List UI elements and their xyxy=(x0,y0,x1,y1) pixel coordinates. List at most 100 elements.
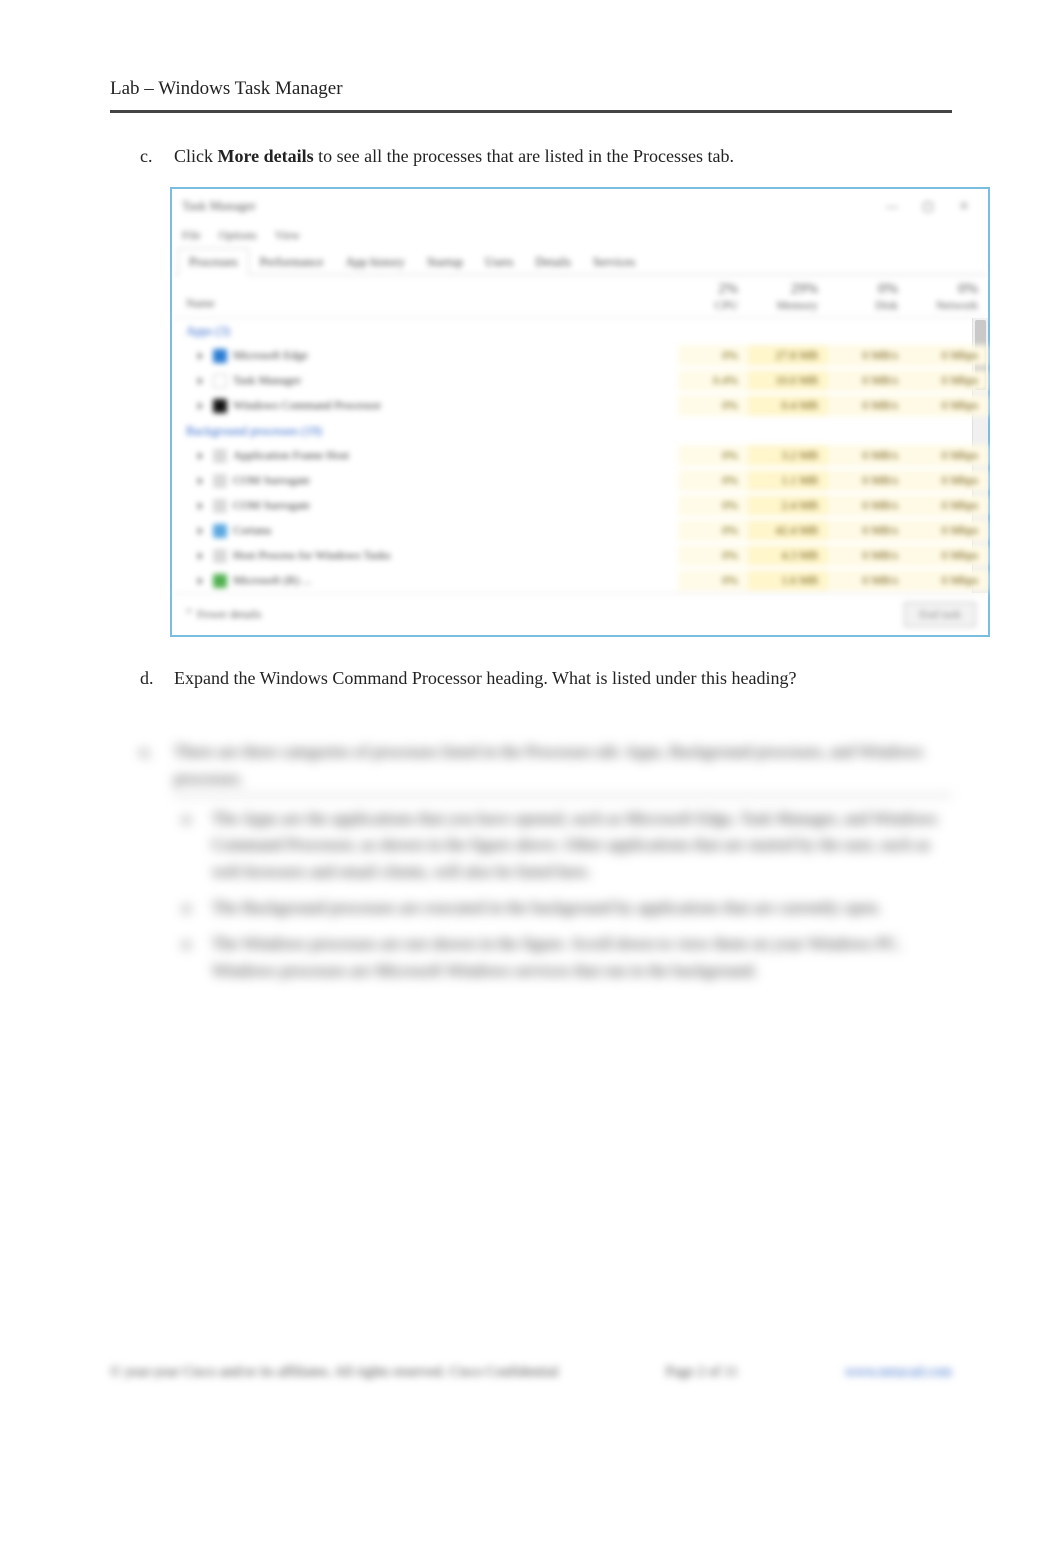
process-row[interactable]: Microsoft Edge0%27.8 MB0 MB/s0 Mbps xyxy=(172,343,988,368)
tab-users[interactable]: Users xyxy=(474,248,524,275)
process-name-cell: Task Manager xyxy=(172,370,678,391)
step-c-text: Click More details to see all the proces… xyxy=(174,143,952,169)
tab-apphistory[interactable]: App history xyxy=(334,248,415,275)
end-task-button[interactable]: End task xyxy=(904,602,976,627)
col-disk-label: Disk xyxy=(875,298,898,312)
expand-icon[interactable] xyxy=(198,552,203,560)
col-network[interactable]: 0% Network xyxy=(908,275,988,317)
step-d: d. Expand the Windows Command Processor … xyxy=(0,665,1062,709)
process-name-cell: COM Surrogate xyxy=(172,470,678,491)
blurred-item-2: The Background processes are executed in… xyxy=(212,895,952,921)
menu-file[interactable]: File xyxy=(182,228,201,243)
process-name-cell: Windows Command Processor xyxy=(172,395,678,416)
memory-cell: 0.4 MB xyxy=(748,395,828,416)
footer-link[interactable]: www.netacad.com xyxy=(845,1364,952,1381)
process-row[interactable]: Host Process for Windows Tasks0%4.3 MB0 … xyxy=(172,543,988,568)
process-row[interactable]: Microsoft (R) ...0%1.6 MB0 MB/s0 Mbps xyxy=(172,568,988,593)
maximize-button[interactable]: ▢ xyxy=(910,195,946,217)
tab-startup[interactable]: Startup xyxy=(416,248,474,275)
cpu-cell: 0% xyxy=(678,520,748,541)
minimize-button[interactable]: — xyxy=(874,195,910,217)
column-headers: Name 2% CPU 29% Memory 0% Disk 0% Networ… xyxy=(172,275,988,318)
tab-services[interactable]: Services xyxy=(582,248,646,275)
memory-cell: 27.8 MB xyxy=(748,345,828,366)
tab-performance[interactable]: Performance xyxy=(249,248,335,275)
expand-icon[interactable] xyxy=(198,402,203,410)
lab-title: Lab – Windows Task Manager xyxy=(110,78,343,99)
process-icon xyxy=(213,524,227,538)
expand-icon[interactable] xyxy=(198,477,203,485)
disk-cell: 0 MB/s xyxy=(828,395,908,416)
disk-cell: 0 MB/s xyxy=(828,520,908,541)
tab-processes[interactable]: Processes xyxy=(178,248,249,275)
col-disk[interactable]: 0% Disk xyxy=(828,275,908,317)
expand-icon[interactable] xyxy=(198,352,203,360)
step-e-text: There are three categories of processes … xyxy=(174,739,952,796)
process-row[interactable]: COM Surrogate0%1.1 MB0 MB/s0 Mbps xyxy=(172,468,988,493)
network-cell: 0 Mbps xyxy=(908,495,988,516)
process-name: Host Process for Windows Tasks xyxy=(233,548,391,563)
disk-cell: 0 MB/s xyxy=(828,470,908,491)
tm-footer: ⌃ Fewer details End task xyxy=(172,593,988,635)
window-buttons: — ▢ ✕ xyxy=(874,195,982,217)
cpu-cell: 0% xyxy=(678,470,748,491)
process-name-cell: Cortana xyxy=(172,520,678,541)
process-row[interactable]: COM Surrogate0%2.4 MB0 MB/s0 Mbps xyxy=(172,493,988,518)
col-name[interactable]: Name xyxy=(172,275,678,317)
expand-icon[interactable] xyxy=(198,377,203,385)
process-name-cell: Application Frame Host xyxy=(172,445,678,466)
blurred-answer-block: e. There are three categories of process… xyxy=(140,739,952,994)
expand-icon[interactable] xyxy=(198,502,203,510)
memory-cell: 3.2 MB xyxy=(748,445,828,466)
fewer-details-label: Fewer details xyxy=(197,607,261,621)
disk-cell: 0 MB/s xyxy=(828,495,908,516)
network-cell: 0 Mbps xyxy=(908,570,988,591)
memory-cell: 42.4 MB xyxy=(748,520,828,541)
lab-header: Lab – Windows Task Manager xyxy=(110,0,952,113)
disk-cell: 0 MB/s xyxy=(828,370,908,391)
step-c-suffix: to see all the processes that are listed… xyxy=(314,146,734,166)
process-row[interactable]: Windows Command Processor0%0.4 MB0 MB/s0… xyxy=(172,393,988,418)
process-name-cell: Microsoft (R) ... xyxy=(172,570,678,591)
process-list: Apps (3) Microsoft Edge0%27.8 MB0 MB/s0 … xyxy=(172,318,988,593)
blurred-item-3: The Windows processes are not shown in t… xyxy=(212,931,952,984)
tab-details[interactable]: Details xyxy=(524,248,581,275)
fewer-details-link[interactable]: ⌃ Fewer details xyxy=(184,607,261,622)
col-name-label: Name xyxy=(186,296,215,310)
process-name: COM Surrogate xyxy=(233,473,310,488)
col-cpu[interactable]: 2% CPU xyxy=(678,275,748,317)
memory-cell: 10.0 MB xyxy=(748,370,828,391)
expand-icon[interactable] xyxy=(198,577,203,585)
col-cpu-pct: 2% xyxy=(718,281,738,297)
col-net-pct: 0% xyxy=(958,281,978,297)
process-row[interactable]: Cortana0%42.4 MB0 MB/s0 Mbps xyxy=(172,518,988,543)
step-c-bold: More details xyxy=(218,146,314,166)
page-footer: © year-year Cisco and/or its affiliates.… xyxy=(0,1364,1062,1381)
disk-cell: 0 MB/s xyxy=(828,545,908,566)
network-cell: 0 Mbps xyxy=(908,445,988,466)
process-icon xyxy=(213,474,227,488)
process-name-cell: COM Surrogate xyxy=(172,495,678,516)
memory-cell: 1.6 MB xyxy=(748,570,828,591)
menu-view[interactable]: View xyxy=(275,228,300,243)
cpu-cell: 0% xyxy=(678,345,748,366)
process-icon xyxy=(213,399,227,413)
cpu-cell: 0% xyxy=(678,545,748,566)
process-row[interactable]: Task Manager0.4%10.0 MB0 MB/s0 Mbps xyxy=(172,368,988,393)
expand-icon[interactable] xyxy=(198,527,203,535)
expand-icon[interactable] xyxy=(198,452,203,460)
step-e-letter: e. xyxy=(140,739,174,994)
process-icon xyxy=(213,574,227,588)
cpu-cell: 0% xyxy=(678,395,748,416)
disk-cell: 0 MB/s xyxy=(828,445,908,466)
titlebar[interactable]: Task Manager — ▢ ✕ xyxy=(172,189,988,223)
col-mem-label: Memory xyxy=(777,298,818,312)
process-row[interactable]: Application Frame Host0%3.2 MB0 MB/s0 Mb… xyxy=(172,443,988,468)
cpu-cell: 0% xyxy=(678,570,748,591)
col-memory[interactable]: 29% Memory xyxy=(748,275,828,317)
disk-cell: 0 MB/s xyxy=(828,345,908,366)
menu-options[interactable]: Options xyxy=(219,228,257,243)
close-button[interactable]: ✕ xyxy=(946,195,982,217)
process-icon xyxy=(213,549,227,563)
process-name: COM Surrogate xyxy=(233,498,310,513)
